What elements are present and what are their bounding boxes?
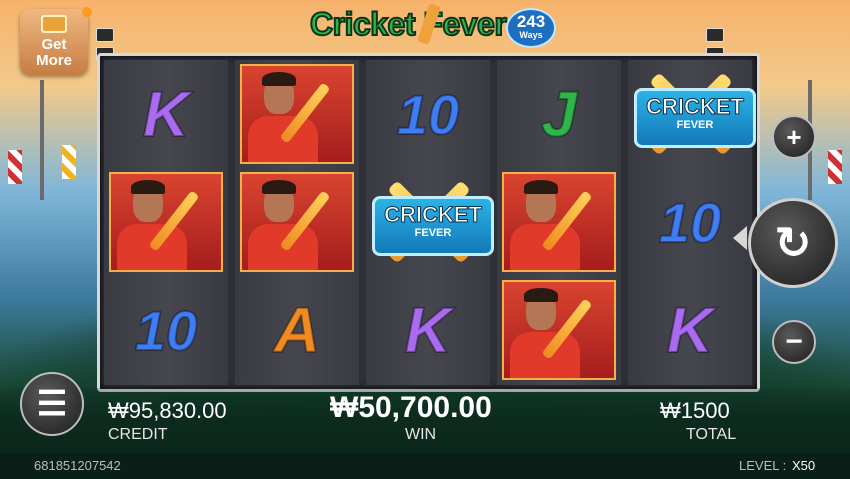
scatter-line2: FEVER (676, 119, 714, 131)
cricket-fever-scatter-icon: CRICKET FEVER (370, 170, 494, 274)
scatter-line1: CRICKET (646, 94, 745, 119)
cricketer-icon (502, 172, 616, 272)
ways-badge: 243 Ways (506, 8, 556, 48)
spin-button[interactable]: ↻ (748, 198, 838, 288)
stadium-lights-icon (96, 28, 136, 61)
bet-decrease-button[interactable]: − (772, 320, 816, 364)
game-logo: Cricket Fever 243 Ways (309, 2, 556, 50)
scatter-line1: CRICKET (384, 202, 483, 227)
symbol-k-glyph: K (142, 77, 190, 151)
flag-decoration (62, 145, 76, 179)
reel-column: A (235, 60, 359, 385)
symbol-10: 10 (370, 64, 486, 164)
symbol-player (108, 172, 224, 272)
symbol-scatter: CRICKET FEVER (370, 170, 494, 274)
menu-button[interactable]: ☰ (20, 372, 84, 436)
symbol-player (501, 280, 617, 380)
symbol-k-glyph: K (404, 293, 452, 367)
get-more-button[interactable]: Get More (20, 7, 92, 75)
refresh-icon: ↻ (774, 218, 812, 268)
symbol-10: 10 (108, 280, 224, 380)
game-round-id: 681851207542 (34, 458, 121, 473)
reel-column: K 10 (104, 60, 228, 385)
reel-column: J (497, 60, 621, 385)
get-more-label: Get More (36, 36, 72, 69)
footer-bar (0, 453, 850, 479)
level-value: X50 (792, 458, 816, 473)
total-bet-value[interactable]: ₩1500 (660, 398, 730, 424)
spin-arrow-icon (733, 226, 747, 250)
notification-dot (82, 7, 92, 17)
symbol-player (501, 172, 617, 272)
symbol-k: K (632, 280, 748, 380)
level-label: LEVEL : (739, 458, 787, 473)
symbol-j: J (501, 64, 617, 164)
cricketer-icon (502, 280, 616, 380)
minus-icon: − (785, 325, 803, 358)
win-value: ₩50,700.00 (330, 391, 492, 424)
scatter-line2: FEVER (414, 227, 452, 239)
flag-decoration (8, 150, 22, 184)
symbol-10-glyph: 10 (134, 298, 198, 363)
gift-icon (41, 15, 67, 33)
symbol-10-glyph: 10 (658, 190, 722, 255)
symbol-10-glyph: 10 (396, 82, 460, 147)
symbol-j-glyph: J (540, 77, 578, 151)
win-label: WIN (405, 426, 437, 443)
symbol-k-glyph: K (666, 293, 714, 367)
credit-value: ₩95,830.00 (108, 398, 227, 423)
cricketer-icon (240, 172, 354, 272)
symbol-scatter: CRICKET FEVER (632, 62, 756, 166)
reel-grid: K 10 A 10 CRICKET FEVER K J CRICKET FEVER 10 K (97, 53, 760, 392)
hamburger-icon: ☰ (36, 385, 68, 423)
logo-title: Cricket Fever (309, 5, 508, 43)
symbol-k: K (370, 280, 486, 380)
symbol-player (239, 172, 355, 272)
symbol-player (239, 64, 355, 164)
credit-label: CREDIT (108, 426, 168, 443)
reel-column: 10 CRICKET FEVER K (366, 60, 494, 385)
stadium-pole-left (40, 80, 44, 200)
flag-decoration (828, 150, 842, 184)
symbol-a: A (239, 280, 355, 380)
symbol-10: 10 (632, 172, 748, 272)
cricket-fever-scatter-icon: CRICKET FEVER (632, 62, 756, 166)
plus-icon: + (786, 121, 802, 152)
symbol-a-glyph: A (273, 293, 321, 367)
reel-column: CRICKET FEVER 10 K (628, 60, 756, 385)
stadium-lights-icon (706, 28, 746, 61)
total-bet-label: TOTAL (686, 426, 737, 443)
symbol-k: K (108, 64, 224, 164)
cricketer-icon (240, 64, 354, 164)
cricketer-icon (109, 172, 223, 272)
ways-word: Ways (519, 30, 543, 40)
bet-increase-button[interactable]: + (772, 115, 816, 159)
ways-number: 243 (516, 12, 546, 31)
